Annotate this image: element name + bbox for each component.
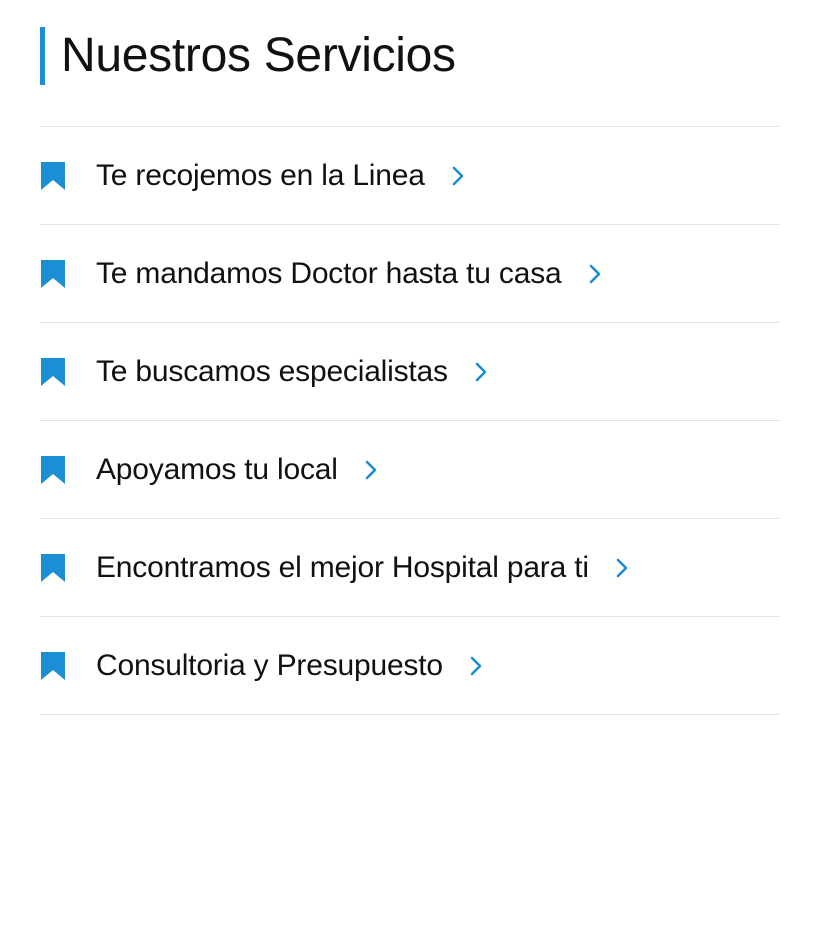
bookmark-icon — [40, 357, 66, 387]
service-item-local[interactable]: Apoyamos tu local — [40, 421, 780, 519]
chevron-right-icon[interactable] — [469, 655, 483, 677]
service-label[interactable]: Apoyamos tu local — [96, 452, 338, 488]
service-item-consultoria[interactable]: Consultoria y Presupuesto — [40, 617, 780, 715]
service-label[interactable]: Te mandamos Doctor hasta tu casa — [96, 256, 562, 292]
bookmark-icon — [40, 161, 66, 191]
chevron-right-icon[interactable] — [474, 361, 488, 383]
service-item-especialistas[interactable]: Te buscamos especialistas — [40, 323, 780, 421]
section-header: Nuestros Servicios — [40, 27, 456, 85]
services-section: Nuestros Servicios Te recojemos en la Li… — [0, 0, 814, 928]
service-list: Te recojemos en la Linea Te mandamos Doc… — [40, 126, 780, 715]
chevron-right-icon[interactable] — [615, 557, 629, 579]
bookmark-icon — [40, 259, 66, 289]
bookmark-icon — [40, 553, 66, 583]
service-item-recogida[interactable]: Te recojemos en la Linea — [40, 127, 780, 225]
service-label[interactable]: Consultoria y Presupuesto — [96, 648, 443, 684]
chevron-right-icon[interactable] — [588, 263, 602, 285]
service-label[interactable]: Te buscamos especialistas — [96, 354, 448, 390]
service-item-doctor[interactable]: Te mandamos Doctor hasta tu casa — [40, 225, 780, 323]
bookmark-icon — [40, 455, 66, 485]
page-title: Nuestros Servicios — [61, 29, 456, 82]
service-label[interactable]: Te recojemos en la Linea — [96, 158, 425, 194]
title-accent-bar — [40, 27, 45, 85]
service-label[interactable]: Encontramos el mejor Hospital para ti — [96, 550, 589, 586]
chevron-right-icon[interactable] — [451, 165, 465, 187]
bookmark-icon — [40, 651, 66, 681]
chevron-right-icon[interactable] — [364, 459, 378, 481]
service-item-hospital[interactable]: Encontramos el mejor Hospital para ti — [40, 519, 780, 617]
